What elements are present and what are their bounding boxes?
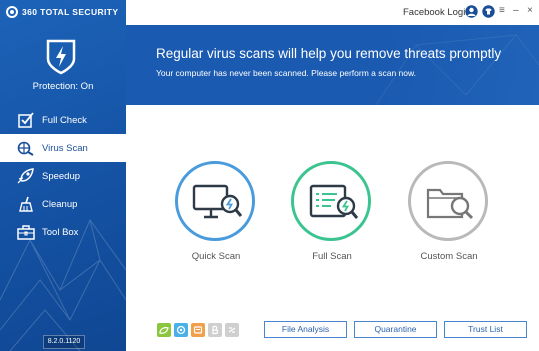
monitor-search-icon — [192, 184, 242, 219]
folder-search-icon — [426, 188, 474, 220]
engine-blue-icon[interactable] — [174, 323, 188, 337]
shield-icon[interactable] — [45, 38, 77, 76]
quarantine-button[interactable]: Quarantine — [354, 321, 437, 338]
full-scan-button[interactable]: Full Scan — [291, 161, 373, 262]
sidebar-item-label: Cleanup — [42, 198, 78, 210]
360-logo-icon — [6, 6, 18, 18]
bug-scan-icon — [16, 139, 36, 157]
engine-green-icon[interactable] — [157, 323, 171, 337]
custom-scan-button[interactable]: Custom Scan — [408, 161, 490, 262]
protection-status: Protection: On — [32, 81, 94, 92]
shirt-icon[interactable] — [482, 5, 495, 23]
sidebar-item-cleanup[interactable]: Cleanup — [0, 190, 126, 218]
sidebar-item-tool-box[interactable]: Tool Box — [0, 218, 126, 246]
broom-icon — [16, 195, 36, 213]
banner-pattern — [376, 34, 539, 105]
sidebar-item-label: Tool Box — [42, 226, 79, 238]
banner-subtitle: Your computer has never been scanned. Pl… — [156, 68, 417, 78]
sidebar: 360 TOTAL SECURITY Protection: On Full C… — [0, 0, 126, 351]
version-label: 8.2.0.1120 — [43, 335, 85, 349]
engine-gray-link-icon[interactable] — [225, 323, 239, 337]
title-bar: Facebook Login ≡ – × — [126, 0, 539, 25]
menu-button[interactable]: ≡ — [499, 5, 505, 17]
sidebar-nav: Full Check Virus Scan Speedup Cleanup To… — [0, 106, 126, 246]
toolbox-icon — [16, 223, 36, 241]
close-button[interactable]: × — [527, 5, 533, 17]
brand-logo: 360 TOTAL SECURITY — [6, 5, 118, 19]
quick-scan-circle — [175, 161, 255, 241]
full-scan-circle — [291, 161, 371, 241]
full-scan-label: Full Scan — [312, 251, 352, 262]
quick-scan-label: Quick Scan — [191, 251, 241, 262]
engine-orange-icon[interactable] — [191, 323, 205, 337]
trust-list-button[interactable]: Trust List — [444, 321, 527, 338]
custom-scan-label: Custom Scan — [420, 251, 478, 262]
engine-gray-b-icon[interactable] — [208, 323, 222, 337]
minimize-button[interactable]: – — [513, 5, 519, 17]
sidebar-item-full-check[interactable]: Full Check — [0, 106, 126, 134]
rocket-icon — [16, 167, 36, 185]
engine-icons — [157, 323, 239, 337]
checkbox-icon — [16, 111, 36, 129]
sidebar-item-label: Full Check — [42, 114, 87, 126]
banner-title: Regular virus scans will help you remove… — [156, 46, 502, 61]
brand-name: 360 TOTAL SECURITY — [22, 7, 119, 17]
list-search-icon — [309, 184, 359, 219]
sidebar-item-label: Virus Scan — [42, 142, 88, 154]
facebook-login-link[interactable]: Facebook Login — [403, 7, 471, 18]
sidebar-item-label: Speedup — [42, 170, 81, 182]
sidebar-item-speedup[interactable]: Speedup — [0, 162, 126, 190]
file-analysis-button[interactable]: File Analysis — [264, 321, 347, 338]
quick-scan-button[interactable]: Quick Scan — [175, 161, 257, 262]
user-icon[interactable] — [465, 5, 478, 23]
custom-scan-circle — [408, 161, 488, 241]
banner: Regular virus scans will help you remove… — [126, 25, 539, 105]
sidebar-item-virus-scan[interactable]: Virus Scan — [0, 134, 126, 162]
